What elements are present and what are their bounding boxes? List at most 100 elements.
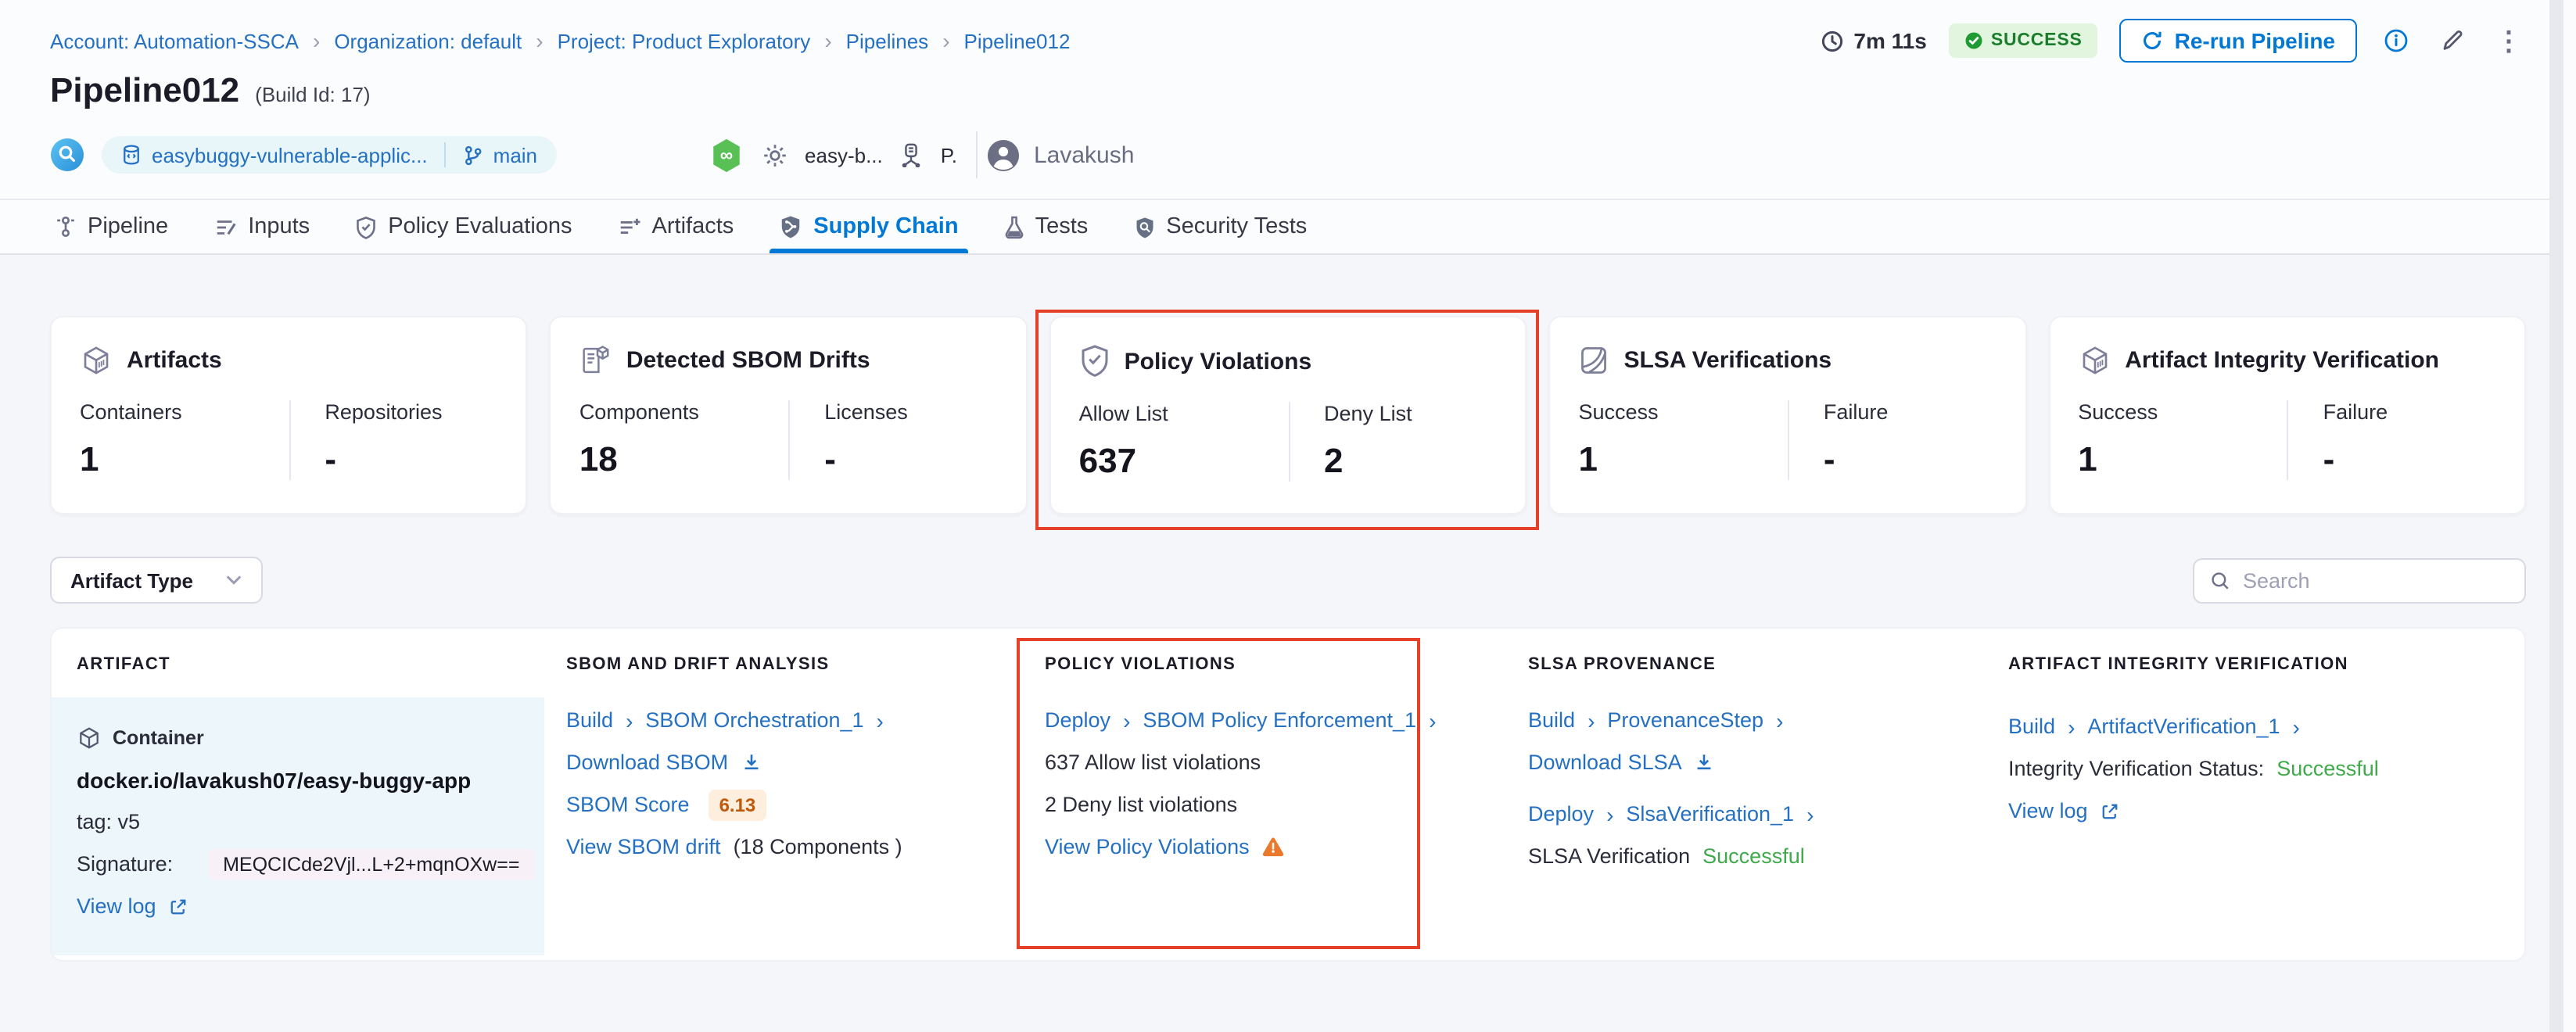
sbom-step-link[interactable]: SBOM Orchestration_1 bbox=[645, 708, 863, 732]
rerun-pipeline-button[interactable]: Re-run Pipeline bbox=[2120, 19, 2357, 63]
breadcrumb-project[interactable]: Project: Product Exploratory bbox=[558, 29, 811, 52]
sbom-score-link[interactable]: SBOM Score bbox=[566, 793, 690, 816]
integrity-status-value: Successful bbox=[2276, 757, 2379, 780]
slsa-status-value: Successful bbox=[1702, 844, 1805, 868]
stat-deny-list: Deny List 2 bbox=[1288, 402, 1497, 482]
tab-pipeline[interactable]: Pipeline bbox=[55, 200, 168, 253]
tab-inputs[interactable]: Inputs bbox=[213, 200, 310, 253]
trigger-icon bbox=[50, 138, 84, 172]
chip-divider bbox=[445, 142, 447, 167]
sbom-stage-link[interactable]: Build bbox=[566, 708, 613, 732]
vertical-scrollbar[interactable] bbox=[2549, 0, 2563, 1032]
artifact-verification-step-link[interactable]: ArtifactVerification_1 bbox=[2087, 715, 2280, 738]
chevron: › bbox=[1588, 708, 1595, 733]
breadcrumb-pipelines[interactable]: Pipelines bbox=[846, 29, 929, 52]
status-badge: SUCCESS bbox=[1949, 23, 2098, 58]
slsa-verification-step-link[interactable]: SlsaVerification_1 bbox=[1626, 802, 1794, 826]
card-artifacts: Artifacts Containers 1 Repositories - bbox=[50, 316, 528, 514]
integrity-stage-link[interactable]: Build bbox=[2008, 715, 2055, 738]
inputs-icon bbox=[213, 215, 237, 238]
artifact-type-dropdown[interactable]: Artifact Type bbox=[50, 557, 262, 604]
col-header-slsa: SLSA PROVENANCE bbox=[1528, 655, 2008, 674]
search-input[interactable] bbox=[2243, 568, 2509, 592]
sbom-cell: Build › SBOM Orchestration_1 › Download … bbox=[566, 699, 1045, 955]
deny-list-violations: 2 Deny list violations bbox=[1045, 793, 1237, 816]
card-policy-violations: Policy Violations Allow List 637 Deny Li… bbox=[1049, 316, 1527, 514]
scrollbar-gutter bbox=[2563, 0, 2576, 1032]
clock-icon bbox=[1821, 29, 1844, 52]
external-link-icon bbox=[169, 897, 188, 916]
download-slsa-link[interactable]: Download SLSA bbox=[1528, 751, 1682, 774]
view-sbom-drift-link[interactable]: View SBOM drift bbox=[566, 835, 721, 858]
policy-step-link[interactable]: SBOM Policy Enforcement_1 bbox=[1143, 708, 1416, 732]
signature-value: MEQCICde2Vjl...L+2+mqnOXw== bbox=[207, 848, 535, 880]
tab-security-tests[interactable]: Security Tests bbox=[1133, 200, 1307, 253]
repo-link[interactable]: easybuggy-vulnerable-applic... bbox=[120, 143, 428, 167]
warning-triangle-icon bbox=[1262, 837, 1284, 857]
col-header-artifact: ARTIFACT bbox=[52, 655, 566, 674]
avatar bbox=[987, 138, 1020, 171]
allow-list-violations: 637 Allow list violations bbox=[1045, 751, 1261, 774]
build-id: (Build Id: 17) bbox=[255, 83, 370, 106]
stage-abbrev: P. bbox=[941, 143, 957, 167]
view-log-link[interactable]: View log bbox=[77, 894, 156, 918]
stat-slsa-success: Success 1 bbox=[1578, 400, 1787, 480]
artifact-tag: tag: v5 bbox=[77, 810, 140, 833]
supply-chain-shield-icon bbox=[779, 214, 802, 239]
search-box bbox=[2193, 557, 2526, 603]
ci-hexagon-icon: ∞ bbox=[708, 137, 744, 173]
slsa-stage2-link[interactable]: Deploy bbox=[1528, 802, 1594, 826]
breadcrumb-pipeline012[interactable]: Pipeline012 bbox=[964, 29, 1071, 52]
breadcrumb-separator: › bbox=[942, 28, 949, 53]
integrity-cube-icon bbox=[2078, 344, 2111, 377]
check-circle-icon bbox=[1964, 31, 1983, 50]
more-options-icon[interactable]: ⋮ bbox=[2492, 23, 2526, 58]
repo-chip: easybuggy-vulnerable-applic... main bbox=[102, 136, 556, 174]
stat-allow-list: Allow List 637 bbox=[1079, 402, 1288, 482]
page-header: Account: Automation-SSCA › Organization:… bbox=[0, 0, 2576, 200]
trigger-abbrev: easy-b... bbox=[805, 143, 883, 167]
summary-cards: Artifacts Containers 1 Repositories - bbox=[50, 316, 2526, 514]
stat-integrity-success: Success 1 bbox=[2078, 400, 2287, 480]
supply-chain-page: Account: Automation-SSCA › Organization:… bbox=[0, 0, 2576, 1032]
meta-divider bbox=[976, 131, 978, 178]
tab-policy-evaluations[interactable]: Policy Evaluations bbox=[355, 200, 572, 253]
edit-pencil-icon[interactable] bbox=[2435, 23, 2470, 58]
search-icon bbox=[2210, 570, 2230, 590]
view-log-link[interactable]: View log bbox=[2008, 799, 2088, 822]
tab-tests[interactable]: Tests bbox=[1004, 200, 1089, 253]
download-sbom-link[interactable]: Download SBOM bbox=[566, 751, 728, 774]
artifact-image-name: docker.io/lavakush07/easy-buggy-app bbox=[77, 767, 471, 792]
info-icon[interactable] bbox=[2379, 23, 2413, 58]
provenance-step-link[interactable]: ProvenanceStep bbox=[1607, 708, 1763, 732]
chevron-down-icon bbox=[224, 574, 242, 586]
breadcrumb-account[interactable]: Account: Automation-SSCA bbox=[50, 29, 299, 52]
sbom-score-badge: 6.13 bbox=[709, 789, 767, 820]
stat-licenses: Licenses - bbox=[788, 400, 997, 480]
branch-link[interactable]: main bbox=[464, 143, 537, 167]
pipeline-tabs: Pipeline Inputs Policy Evaluations Artif… bbox=[0, 200, 2576, 255]
chevron: › bbox=[1429, 708, 1436, 733]
view-policy-violations-link[interactable]: View Policy Violations bbox=[1045, 835, 1250, 858]
run-duration: 7m 11s bbox=[1821, 28, 1926, 53]
slsa-stage1-link[interactable]: Build bbox=[1528, 708, 1575, 732]
breadcrumb-separator: › bbox=[536, 28, 543, 53]
chevron: › bbox=[1776, 708, 1783, 733]
signature-label: Signature: bbox=[77, 852, 173, 876]
tab-supply-chain[interactable]: Supply Chain bbox=[779, 200, 958, 253]
shield-check-icon bbox=[355, 215, 377, 238]
breadcrumb-organization[interactable]: Organization: default bbox=[334, 29, 522, 52]
slsa-icon bbox=[1578, 344, 1609, 377]
stat-repositories: Repositories - bbox=[289, 400, 497, 480]
stat-containers: Containers 1 bbox=[80, 400, 289, 480]
chevron: › bbox=[2068, 714, 2075, 739]
shield-check-icon bbox=[1079, 344, 1110, 378]
tab-artifacts[interactable]: Artifacts bbox=[618, 200, 734, 253]
gear-icon bbox=[761, 142, 788, 168]
policy-stage-link[interactable]: Deploy bbox=[1045, 708, 1110, 732]
card-sbom-drifts: Detected SBOM Drifts Components 18 Licen… bbox=[550, 316, 1028, 514]
breadcrumb-separator: › bbox=[824, 28, 831, 53]
integrity-status-label: Integrity Verification Status: bbox=[2008, 757, 2264, 780]
sbom-document-icon bbox=[579, 344, 612, 377]
integrity-cell: Build › ArtifactVerification_1 › Integri… bbox=[2008, 699, 2524, 955]
